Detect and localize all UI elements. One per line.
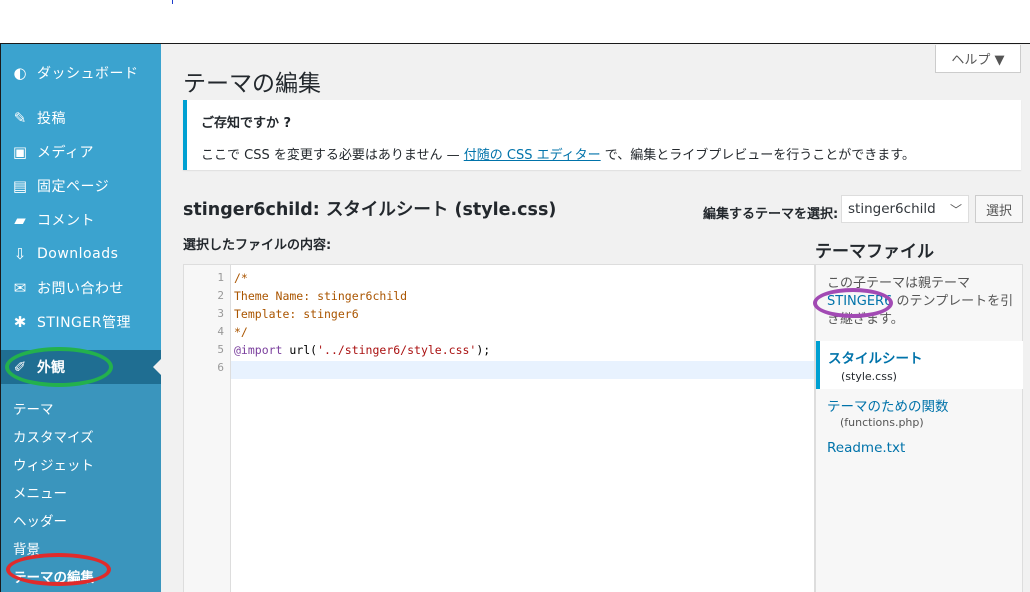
appearance-submenu: テーマ カスタマイズ ウィジェット メニュー ヘッダー 背景 テーマの編集 xyxy=(1,384,161,592)
file-item-filename: (functions.php) xyxy=(840,416,924,429)
sidebar-item-label: お問い合わせ xyxy=(37,281,124,297)
line-number: 2 xyxy=(217,289,224,302)
page-icon: ▤ xyxy=(12,177,28,195)
code-token: url( xyxy=(282,343,318,357)
theme-select-value: stinger6child xyxy=(848,201,936,217)
sidebar-item-label: 外観 xyxy=(37,360,65,376)
sidebar-item-dashboard[interactable]: ◐ ダッシュボード xyxy=(1,57,161,89)
notice-title: ご存知ですか ? xyxy=(201,116,292,131)
sidebar-item-label: Downloads xyxy=(37,246,119,262)
help-tab-button[interactable]: ヘルプ ▼ xyxy=(935,45,1021,73)
active-line-highlight xyxy=(231,361,814,379)
sidebar-item-label: コメント xyxy=(37,213,95,229)
gear-icon: ✱ xyxy=(13,313,27,331)
line-number: 3 xyxy=(217,307,224,320)
line-number-gutter: 1 2 3 4 5 6 xyxy=(184,265,231,592)
submenu-item-menus[interactable]: メニュー xyxy=(13,482,67,502)
sidebar-item-label: ダッシュボード xyxy=(37,66,139,82)
submenu-item-customize[interactable]: カスタマイズ xyxy=(13,426,94,446)
submenu-item-theme-editor[interactable]: テーマの編集 xyxy=(13,566,94,586)
file-item-filename: (style.css) xyxy=(841,370,897,383)
sidebar-item-comments[interactable]: ▰ コメント xyxy=(1,204,161,236)
theme-files-description: この子テーマは親テーマ STINGER6 のテンプレートを引き継ぎます。 xyxy=(827,275,1017,329)
code-token: */ xyxy=(234,325,248,339)
notice-text-before: ここで CSS を変更する必要はありません — xyxy=(201,148,464,163)
notice-text-after: で、編集とライブプレビューを行うことができます。 xyxy=(600,148,915,163)
file-content-label: 選択したファイルの内容: xyxy=(183,238,332,253)
code-editor[interactable]: 1 2 3 4 5 6 /* Theme Name: stinger6child Templa… xyxy=(183,264,815,592)
code-token: /* xyxy=(234,271,248,285)
line-number: 1 xyxy=(217,271,224,284)
css-editor-link[interactable]: 付随の CSS エディター xyxy=(464,148,601,163)
code-line: Theme Name: stinger6child xyxy=(234,289,407,303)
info-notice: ご存知ですか ? ここで CSS を変更する必要はありません — 付随の CSS… xyxy=(183,100,1021,170)
admin-sidebar: ◐ ダッシュボード ✎ 投稿 ▣ メディア ▤ 固定ページ ▰ コメント ⇩ D… xyxy=(1,44,161,592)
line-number: 6 xyxy=(217,361,224,374)
theme-files-title: テーマファイル xyxy=(815,242,934,262)
file-item-label: スタイルシート xyxy=(828,351,923,367)
file-heading-name: スタイルシート (style.css) xyxy=(325,200,557,220)
file-heading: stinger6child: スタイルシート (style.css) xyxy=(183,196,556,221)
code-line: Template: stinger6 xyxy=(234,307,359,321)
code-line: /* xyxy=(234,271,248,285)
comment-icon: ▰ xyxy=(14,211,26,229)
code-line: @import url('../stinger6/style.css'); xyxy=(234,343,490,357)
submenu-item-themes[interactable]: テーマ xyxy=(13,398,54,418)
file-item-functions[interactable]: テーマのための関数 xyxy=(827,395,949,415)
sidebar-item-stinger[interactable]: ✱ STINGER管理 xyxy=(1,306,161,338)
code-token: Template: stinger6 xyxy=(234,307,359,321)
sidebar-item-media[interactable]: ▣ メディア xyxy=(1,136,161,168)
theme-files-panel: この子テーマは親テーマ STINGER6 のテンプレートを引き継ぎます。 スタイ… xyxy=(815,264,1023,592)
file-item-stylesheet[interactable]: スタイルシート (style.css) xyxy=(816,341,1023,389)
submenu-item-background[interactable]: 背景 xyxy=(13,538,40,558)
code-token: @import xyxy=(234,343,283,357)
files-desc-before: この子テーマは親テーマ xyxy=(827,276,971,291)
sidebar-item-posts[interactable]: ✎ 投稿 xyxy=(1,102,161,134)
submenu-item-widgets[interactable]: ウィジェット xyxy=(13,454,94,474)
file-heading-theme: stinger6child: xyxy=(183,200,320,220)
line-number: 5 xyxy=(217,343,224,356)
theme-select-dropdown[interactable]: stinger6child ﹀ xyxy=(841,195,969,223)
parent-theme-link[interactable]: STINGER6 xyxy=(827,294,892,309)
code-token: ); xyxy=(476,343,491,357)
download-icon: ⇩ xyxy=(13,245,27,263)
pin-icon: ✎ xyxy=(13,109,27,127)
notice-text: ここで CSS を変更する必要はありません — 付随の CSS エディター で、… xyxy=(201,144,915,163)
code-token: Theme Name: stinger6child xyxy=(234,289,408,303)
admin-window: ◐ ダッシュボード ✎ 投稿 ▣ メディア ▤ 固定ページ ▰ コメント ⇩ D… xyxy=(0,43,1030,592)
mail-icon: ✉ xyxy=(13,279,27,297)
media-icon: ▣ xyxy=(12,143,28,161)
sidebar-item-label: メディア xyxy=(37,145,95,161)
top-mark xyxy=(172,0,173,4)
sidebar-item-appearance[interactable]: ✐ 外観 xyxy=(1,350,161,384)
code-line: */ xyxy=(234,325,248,339)
submenu-item-header[interactable]: ヘッダー xyxy=(13,510,67,530)
sidebar-item-pages[interactable]: ▤ 固定ページ xyxy=(1,170,161,202)
code-token: '../stinger6/style.css' xyxy=(317,343,477,357)
brush-icon: ✐ xyxy=(13,358,27,376)
select-theme-button[interactable]: 選択 xyxy=(975,195,1023,223)
file-item-readme[interactable]: Readme.txt xyxy=(827,440,905,456)
sidebar-item-contact[interactable]: ✉ お問い合わせ xyxy=(1,272,161,304)
line-number: 4 xyxy=(217,325,224,338)
sidebar-item-downloads[interactable]: ⇩ Downloads xyxy=(1,238,161,270)
page-title: テーマの編集 xyxy=(183,71,321,97)
dashboard-icon: ◐ xyxy=(13,64,27,82)
sidebar-item-label: STINGER管理 xyxy=(37,315,131,331)
sidebar-item-label: 投稿 xyxy=(37,111,66,127)
sidebar-item-label: 固定ページ xyxy=(37,179,110,195)
current-menu-arrow xyxy=(153,359,161,375)
theme-select-label: 編集するテーマを選択: xyxy=(703,207,839,222)
chevron-down-icon: ﹀ xyxy=(949,203,962,217)
